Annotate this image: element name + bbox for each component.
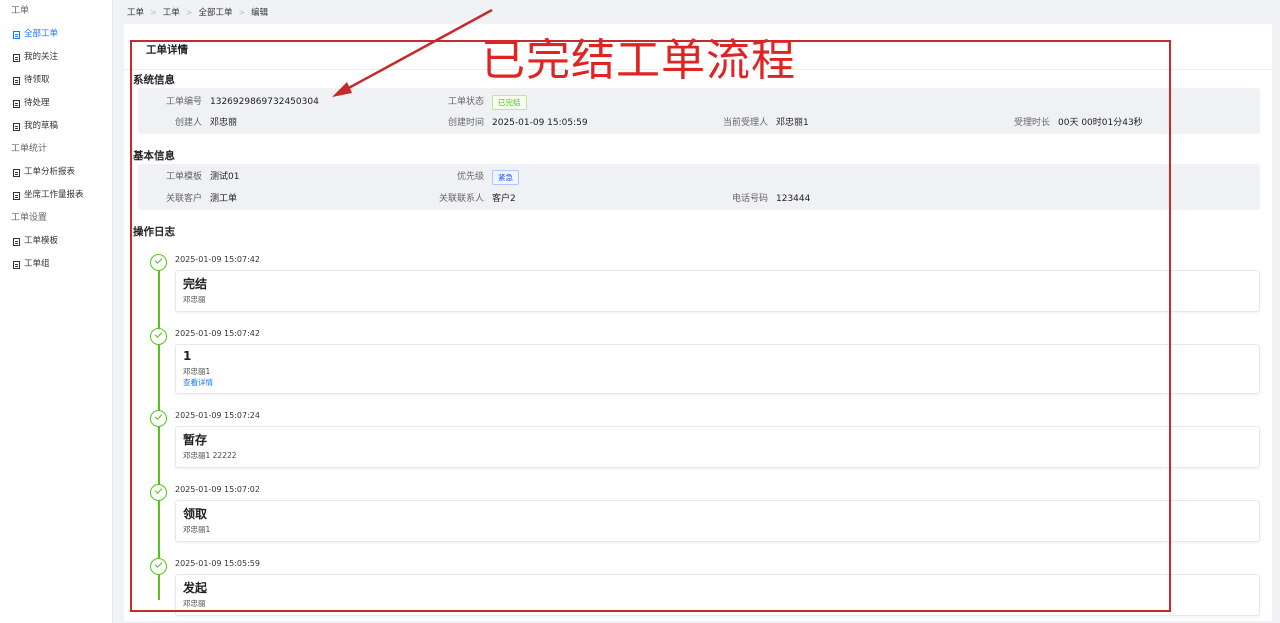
chevron-right-icon: >	[185, 7, 193, 17]
duration-label: 受理时长	[1013, 118, 1050, 128]
check-circle-icon	[150, 558, 167, 575]
sidebar-item-label: 工单组	[24, 259, 50, 269]
breadcrumb-item[interactable]: 工单	[127, 6, 144, 18]
log-card: 暂存 邓忠丽1 22222	[175, 426, 1260, 468]
document-icon	[13, 53, 20, 62]
sidebar-item-label: 工单分析报表	[24, 167, 76, 177]
phone-value: 123444	[776, 194, 811, 204]
sidebar-item-all-tickets[interactable]: 全部工单	[0, 23, 112, 46]
log-desc: 邓忠丽	[183, 599, 206, 608]
log-desc: 邓忠丽1	[183, 367, 211, 376]
view-details-link[interactable]: 查看详情	[183, 377, 1252, 388]
duration-value: 00天 00时01分43秒	[1058, 118, 1143, 128]
contact-label: 关联联系人	[438, 194, 484, 204]
sidebar-group-stats: 工单统计	[11, 144, 48, 154]
sidebar-item-to-process[interactable]: 待处理	[0, 92, 112, 115]
log-action: 1	[183, 349, 192, 363]
document-icon	[13, 76, 20, 85]
log-action: 发起	[183, 581, 208, 595]
sidebar-item-label: 我的草稿	[24, 121, 59, 131]
document-icon	[13, 168, 20, 177]
sidebar-item-to-claim[interactable]: 待领取	[0, 69, 112, 92]
document-icon	[13, 99, 20, 108]
sidebar-group-settings: 工单设置	[11, 213, 48, 223]
log-card: 完结 邓忠丽	[175, 270, 1260, 312]
template-value: 测试01	[210, 172, 240, 182]
sidebar-item-label: 坐席工作量报表	[24, 190, 84, 200]
log-card: 1 邓忠丽1 查看详情	[175, 344, 1260, 394]
customer-value: 测工单	[210, 194, 238, 204]
document-icon	[13, 191, 20, 200]
log-time: 2025-01-09 15:07:24	[175, 411, 260, 420]
check-circle-icon	[150, 328, 167, 345]
log-card: 发起 邓忠丽	[175, 574, 1260, 616]
timeline-line	[158, 258, 160, 600]
check-circle-icon	[150, 484, 167, 501]
assignee-value: 邓忠丽1	[776, 118, 809, 128]
ticket-no-label: 工单编号	[165, 97, 202, 107]
creator-value: 邓忠丽	[210, 118, 238, 128]
chevron-right-icon: >	[238, 7, 246, 17]
sidebar-item-groups[interactable]: 工单组	[0, 253, 112, 276]
ticket-detail-panel: 工单详情 系统信息 工单编号 1326929869732450304 工单状态 …	[124, 24, 1272, 621]
document-icon	[13, 260, 20, 269]
log-desc: 邓忠丽	[183, 295, 206, 304]
sidebar-item-label: 我的关注	[24, 52, 59, 62]
document-icon	[13, 122, 20, 131]
sidebar: 工单 全部工单 我的关注 待领取 待处理 我的草稿 工单统计 工单分析报表 坐席…	[0, 0, 113, 623]
priority-badge: 紧急	[492, 169, 519, 185]
ticket-no-value: 1326929869732450304	[210, 97, 319, 107]
document-icon	[13, 237, 20, 246]
breadcrumb-item[interactable]: 全部工单	[198, 6, 232, 18]
log-desc: 邓忠丽1 22222	[183, 451, 237, 460]
log-title: 操作日志	[133, 226, 175, 238]
check-circle-icon	[150, 254, 167, 271]
sidebar-item-label: 待处理	[24, 98, 50, 108]
sidebar-item-analysis-report[interactable]: 工单分析报表	[0, 161, 112, 184]
creator-label: 创建人	[174, 118, 202, 128]
log-card: 领取 邓忠丽1	[175, 500, 1260, 542]
basic-info-box: 工单模板 测试01 优先级 紧急 关联客户 测工单 关联联系人 客户2 电话号码…	[138, 164, 1260, 210]
log-time: 2025-01-09 15:07:42	[175, 255, 260, 264]
breadcrumb-item[interactable]: 工单	[163, 6, 180, 18]
created-value: 2025-01-09 15:05:59	[492, 118, 588, 128]
assignee-label: 当前受理人	[722, 118, 768, 128]
status-badge: 已完结	[492, 94, 527, 110]
sidebar-item-my-follow[interactable]: 我的关注	[0, 46, 112, 69]
document-icon	[13, 30, 20, 39]
sidebar-item-label: 全部工单	[24, 29, 59, 39]
customer-label: 关联客户	[165, 194, 202, 204]
breadcrumb: 工单 > 工单 > 全部工单 > 编辑	[127, 3, 268, 21]
log-desc: 邓忠丽1	[183, 525, 211, 534]
phone-label: 电话号码	[731, 194, 768, 204]
check-circle-icon	[150, 410, 167, 427]
sidebar-group-ticket: 工单	[11, 6, 30, 16]
sidebar-item-my-drafts[interactable]: 我的草稿	[0, 115, 112, 138]
breadcrumb-current: 编辑	[251, 8, 269, 18]
status-label: 工单状态	[447, 97, 484, 107]
created-label: 创建时间	[447, 118, 484, 128]
log-action: 领取	[183, 507, 208, 521]
system-info-box: 工单编号 1326929869732450304 工单状态 已完结 创建人 邓忠…	[138, 88, 1260, 134]
priority-label: 优先级	[456, 172, 484, 182]
log-action: 暂存	[183, 433, 208, 447]
system-info-title: 系统信息	[133, 74, 175, 86]
template-label: 工单模板	[165, 172, 202, 182]
log-action: 完结	[183, 277, 208, 291]
log-time: 2025-01-09 15:07:42	[175, 329, 260, 338]
log-time: 2025-01-09 15:05:59	[175, 559, 260, 568]
chevron-right-icon: >	[150, 7, 157, 17]
sidebar-item-templates[interactable]: 工单模板	[0, 230, 112, 253]
contact-value: 客户2	[492, 194, 516, 204]
sidebar-item-workload-report[interactable]: 坐席工作量报表	[0, 184, 112, 207]
page-title: 工单详情	[124, 24, 1272, 70]
sidebar-item-label: 待领取	[24, 75, 50, 85]
sidebar-item-label: 工单模板	[24, 236, 59, 246]
basic-info-title: 基本信息	[133, 150, 175, 162]
log-time: 2025-01-09 15:07:02	[175, 485, 260, 494]
